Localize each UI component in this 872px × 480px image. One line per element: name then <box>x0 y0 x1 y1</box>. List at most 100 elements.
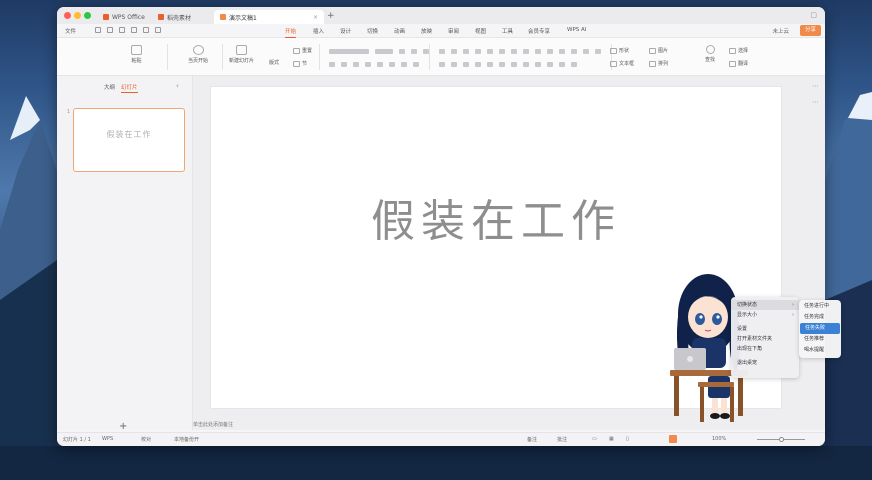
new-slide-icon <box>236 45 247 55</box>
ribbon-toolbar: 粘贴 当页开始 新建幻灯片 版式 重置 节 形状 文本框 图片 排列 查找 选择… <box>57 38 825 76</box>
alignment-controls[interactable] <box>439 62 577 67</box>
print-icon[interactable] <box>119 27 125 33</box>
section-button[interactable]: 节 <box>293 60 307 67</box>
paragraph-controls[interactable] <box>439 49 601 54</box>
open-icon[interactable] <box>107 27 113 33</box>
slide-thumbnail[interactable]: 假装在工作 <box>73 108 185 172</box>
close-tab-icon[interactable]: × <box>313 14 318 21</box>
textbox-button[interactable]: 文本框 <box>610 60 634 67</box>
save-icon[interactable] <box>95 27 101 33</box>
tab-slides[interactable]: 幻灯片 <box>121 83 138 93</box>
menu-member[interactable]: 会员专享 <box>528 27 550 35</box>
menu-exit-pet[interactable]: 退出桌宠 <box>731 358 799 368</box>
slideshow-icon[interactable] <box>669 435 677 443</box>
pet-context-menu: 切换状态 › 显示大小 › 设置 打开素材文件夹 出现在下角 退出桌宠 <box>731 297 799 378</box>
submenu-task-complete[interactable]: 任务完成 <box>799 312 841 323</box>
menu-animation[interactable]: 动画 <box>394 27 405 35</box>
paste-icon <box>131 45 142 55</box>
menu-view[interactable]: 视图 <box>475 27 486 35</box>
side-panel-icon[interactable]: ⋯ <box>812 98 819 106</box>
reset-icon <box>293 47 300 54</box>
window-layout-icon[interactable]: ▢ <box>810 11 817 19</box>
picture-button[interactable]: 图片 <box>649 47 668 54</box>
quick-access-toolbar <box>95 27 161 33</box>
zoom-level[interactable]: 100% <box>712 436 726 442</box>
play-icon <box>192 45 204 55</box>
close-window-button[interactable] <box>64 12 71 19</box>
translate-icon <box>729 60 736 67</box>
minimize-window-button[interactable] <box>74 12 81 19</box>
tab-outline[interactable]: 大纲 <box>104 83 115 91</box>
notes-button[interactable]: 备注 <box>527 436 537 443</box>
menu-switch-state[interactable]: 切换状态 › <box>731 300 799 310</box>
chevron-right-icon: › <box>792 312 794 318</box>
redo-icon[interactable] <box>155 27 161 33</box>
slide-count: 幻灯片 1 / 1 <box>63 437 91 443</box>
normal-view-icon[interactable]: ▭ <box>592 436 597 442</box>
shape-button[interactable]: 形状 <box>610 47 629 54</box>
ribbon-divider <box>429 44 430 70</box>
arrange-button[interactable]: 排列 <box>649 60 668 67</box>
submenu-task-recommend[interactable]: 任务推荐 <box>799 334 841 345</box>
zoom-window-button[interactable] <box>84 12 91 19</box>
play-from-current-button[interactable]: 当页开始 <box>188 45 208 64</box>
select-icon <box>729 47 736 54</box>
state-submenu: 任务进行中 任务完成 任务失败 任务推荐 喝水提醒 <box>799 300 841 358</box>
new-slide-button[interactable]: 新建幻灯片 <box>229 45 254 64</box>
submenu-task-in-progress[interactable]: 任务进行中 <box>799 301 841 312</box>
find-button[interactable]: 查找 <box>705 45 715 63</box>
theme-name[interactable]: WPS <box>102 436 113 442</box>
paste-button[interactable]: 粘贴 <box>131 45 142 64</box>
menu-tools[interactable]: 工具 <box>502 27 513 35</box>
tab-label: 演示文稿1 <box>229 14 257 22</box>
menu-transition[interactable]: 切换 <box>367 27 378 35</box>
thumbnail-title: 假装在工作 <box>106 129 152 139</box>
zoom-slider-knob[interactable] <box>779 437 784 442</box>
proofread-button[interactable]: 校对 <box>141 436 151 443</box>
menu-open-assets-folder[interactable]: 打开素材文件夹 <box>731 334 799 344</box>
menu-bar: 文件 开始 插入 设计 切换 动画 放映 审阅 视图 工具 会员专享 WPS A… <box>57 24 825 38</box>
collapse-panel-icon[interactable]: ‹ <box>176 82 179 90</box>
menu-home[interactable]: 开始 <box>285 27 297 38</box>
export-pdf-icon[interactable] <box>131 27 137 33</box>
backup-status[interactable]: 本地备份开 <box>174 436 199 443</box>
reset-button[interactable]: 重置 <box>293 47 312 54</box>
textbox-icon <box>610 60 617 67</box>
translate-button[interactable]: 翻译 <box>729 60 748 67</box>
search-icon <box>705 45 715 54</box>
undo-icon[interactable] <box>143 27 149 33</box>
ribbon-divider <box>319 44 320 70</box>
add-slide-button[interactable]: + <box>119 421 127 432</box>
share-button[interactable]: 分享 <box>799 25 821 36</box>
menu-settings[interactable]: 设置 <box>731 324 799 334</box>
menu-display-size[interactable]: 显示大小 › <box>731 310 799 320</box>
comment-button[interactable]: 批注 <box>557 436 567 443</box>
notes-area[interactable]: 单击此处添加备注 <box>193 421 233 428</box>
ribbon-divider <box>222 44 223 70</box>
new-tab-button[interactable]: + <box>327 11 335 21</box>
tab-docer-materials[interactable]: 稻壳素材 <box>152 10 197 24</box>
more-options-icon[interactable]: ⋯ <box>812 82 819 90</box>
submenu-drink-water[interactable]: 喝水提醒 <box>799 345 841 356</box>
menu-slideshow[interactable]: 放映 <box>421 27 432 35</box>
menu-show-bottom-corner[interactable]: 出现在下角 <box>731 344 799 354</box>
section-icon <box>293 60 300 67</box>
status-bar: 幻灯片 1 / 1 WPS 校对 本地备份开 备注 批注 ▭ ▦ ▯ 100% <box>57 432 825 446</box>
submenu-task-failed[interactable]: 任务失败 <box>800 323 840 334</box>
file-menu[interactable]: 文件 <box>65 27 76 35</box>
menu-review[interactable]: 审阅 <box>448 27 459 35</box>
font-style-controls[interactable] <box>329 62 419 67</box>
cloud-status[interactable]: 未上云 <box>772 27 789 35</box>
font-controls[interactable] <box>329 49 429 54</box>
tab-wps-office[interactable]: WPS Office <box>97 10 151 24</box>
sorter-view-icon[interactable]: ▦ <box>609 436 614 442</box>
arrange-icon <box>649 60 656 67</box>
menu-wps-ai[interactable]: WPS AI <box>567 27 586 33</box>
select-button[interactable]: 选择 <box>729 47 748 54</box>
reading-view-icon[interactable]: ▯ <box>626 436 629 442</box>
menu-insert[interactable]: 插入 <box>313 27 324 35</box>
layout-button[interactable]: 版式 <box>269 59 279 66</box>
tab-presentation[interactable]: 演示文稿1 × <box>214 10 324 24</box>
menu-design[interactable]: 设计 <box>340 27 351 35</box>
slide-title[interactable]: 假装在工作 <box>211 185 781 249</box>
